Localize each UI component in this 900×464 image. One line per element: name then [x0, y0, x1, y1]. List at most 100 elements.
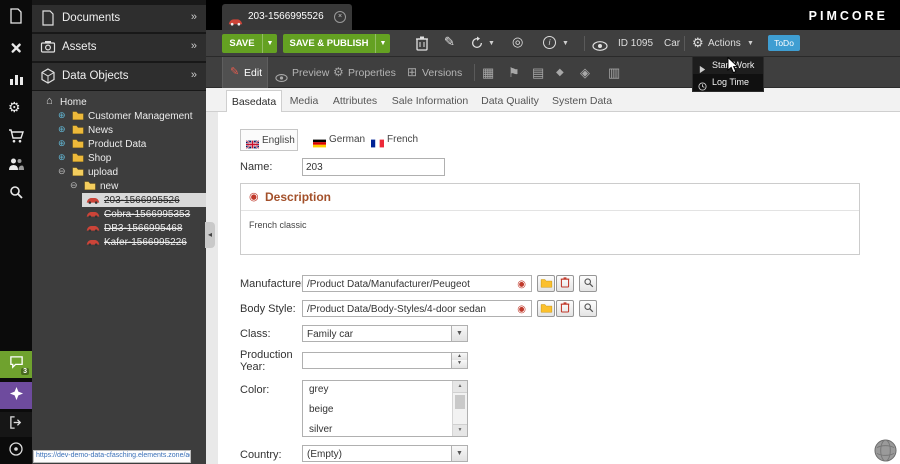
- status-url: https://dev-demo-data-cfasching.elements…: [36, 452, 190, 459]
- workflow-icon[interactable]: ◈: [580, 65, 590, 81]
- tree-item-shop[interactable]: ⊕ Shop: [32, 151, 206, 165]
- sidebar-section-documents[interactable]: Documents »: [32, 5, 206, 32]
- tag-icon[interactable]: ◆: [556, 67, 564, 78]
- language-tab-english[interactable]: English: [240, 129, 298, 151]
- expand-plus-icon[interactable]: ⊕: [58, 138, 66, 149]
- list-option[interactable]: grey: [309, 384, 328, 395]
- manufacturer-relation-field[interactable]: /Product Data/Manufacturer/Peugeot ◉: [302, 275, 532, 292]
- pencil-icon: ✎: [230, 65, 239, 78]
- scrollbar[interactable]: ▲ ▼: [452, 381, 467, 436]
- notes-icon[interactable]: ▤: [532, 65, 544, 81]
- language-tab-french[interactable]: French: [366, 129, 416, 151]
- sidebar-collapse-handle[interactable]: ◂: [205, 222, 215, 248]
- color-multiselect[interactable]: grey beige silver ▲ ▼: [302, 380, 468, 437]
- delete-icon[interactable]: [415, 35, 429, 56]
- scroll-down-icon[interactable]: ▼: [453, 424, 467, 436]
- globe-icon[interactable]: [874, 439, 897, 464]
- chevron-down-icon[interactable]: ▼: [451, 446, 467, 461]
- tab-media[interactable]: Media: [284, 90, 324, 112]
- tab-system-data[interactable]: System Data: [546, 90, 618, 112]
- production-year-spinner[interactable]: ▲ ▼: [302, 352, 468, 369]
- language-tab-german[interactable]: German: [308, 129, 362, 151]
- list-option[interactable]: beige: [309, 404, 333, 415]
- manufacturer-remove-button[interactable]: [556, 275, 574, 292]
- name-input[interactable]: [302, 158, 445, 176]
- save-publish-button[interactable]: SAVE & PUBLISH: [283, 34, 375, 53]
- tab-sale-information[interactable]: Sale Information: [386, 90, 474, 112]
- tab-attributes[interactable]: Attributes: [326, 90, 384, 112]
- gear-icon[interactable]: ⚙: [692, 35, 704, 51]
- users-icon[interactable]: [8, 156, 24, 172]
- tree-item-203[interactable]: 203-1566995526: [32, 193, 206, 207]
- documents-icon[interactable]: [8, 8, 24, 24]
- tree-item-kafer[interactable]: Kafer-1566995226: [32, 235, 206, 249]
- rename-pencil-icon[interactable]: ✎: [444, 34, 455, 50]
- scroll-up-icon[interactable]: ▲: [453, 381, 467, 393]
- settings-icon[interactable]: ⚙: [8, 99, 24, 115]
- tab-properties[interactable]: ⚙ Properties: [326, 57, 400, 88]
- open-document-tab[interactable]: 203-1566995526 ×: [222, 4, 352, 30]
- analytics-icon[interactable]: [8, 71, 24, 87]
- tree-item-label: upload: [88, 167, 118, 178]
- tree-item-db3[interactable]: DB3-1566995468: [32, 221, 206, 235]
- clock-icon: [698, 78, 707, 96]
- schedule-icon[interactable]: ▦: [482, 65, 494, 81]
- sidebar-section-assets[interactable]: Assets »: [32, 34, 206, 61]
- tree-item-upload[interactable]: ⊖ upload: [32, 165, 206, 179]
- expand-plus-icon[interactable]: ⊕: [58, 110, 66, 121]
- expand-plus-icon[interactable]: ⊕: [58, 152, 66, 163]
- logout-button[interactable]: [0, 412, 32, 437]
- close-icon[interactable]: ×: [334, 11, 346, 23]
- save-publish-dropdown-arrow[interactable]: ▼: [375, 34, 390, 53]
- actions-menu-button[interactable]: Actions: [708, 38, 741, 49]
- tree-item-cobra[interactable]: Cobra-1566995353: [32, 207, 206, 221]
- tree-item-product-data[interactable]: ⊕ Product Data: [32, 137, 206, 151]
- body-style-relation-field[interactable]: /Product Data/Body-Styles/4-door sedan ◉: [302, 300, 532, 317]
- save-dropdown-arrow[interactable]: ▼: [262, 34, 277, 53]
- scroll-thumb[interactable]: [455, 395, 465, 409]
- tab-preview[interactable]: Preview: [268, 57, 326, 88]
- reload-dropdown-arrow[interactable]: ▼: [488, 40, 495, 47]
- save-button[interactable]: SAVE: [222, 34, 262, 53]
- layout-icon[interactable]: ▥: [608, 65, 620, 81]
- tree-item-customer-management[interactable]: ⊕ Customer Management: [32, 109, 206, 123]
- spinner-down-icon[interactable]: ▼: [451, 360, 467, 368]
- tree-item-home[interactable]: ⌂ Home: [32, 95, 206, 109]
- tab-basedata[interactable]: Basedata: [226, 90, 282, 112]
- body-style-search-button[interactable]: [579, 300, 597, 317]
- tree-item-new[interactable]: ⊖ new: [32, 179, 206, 193]
- body-style-open-folder-button[interactable]: [537, 300, 555, 317]
- manufacturer-search-button[interactable]: [579, 275, 597, 292]
- tools-icon[interactable]: [8, 40, 24, 56]
- chevron-down-icon[interactable]: ▼: [451, 326, 467, 341]
- country-select[interactable]: (Empty) ▼: [302, 445, 468, 462]
- list-option[interactable]: silver: [309, 424, 332, 435]
- expand-plus-icon[interactable]: ⊕: [58, 124, 66, 135]
- tab-versions[interactable]: ⊞ Versions: [400, 57, 466, 88]
- body-style-remove-button[interactable]: [556, 300, 574, 317]
- separator: [684, 36, 685, 51]
- tab-label: Sale Information: [386, 95, 474, 107]
- bookmark-icon[interactable]: ⚑: [508, 65, 520, 81]
- reload-icon[interactable]: [470, 36, 484, 55]
- eye-icon[interactable]: [592, 38, 608, 56]
- locate-in-tree-icon[interactable]: ◎: [512, 34, 523, 50]
- datahub-button[interactable]: [0, 382, 32, 409]
- collapse-minus-icon[interactable]: ⊖: [58, 166, 66, 177]
- collapse-minus-icon[interactable]: ⊖: [70, 180, 78, 191]
- sidebar-section-data-objects[interactable]: Data Objects »: [32, 63, 206, 90]
- tab-data-quality[interactable]: Data Quality: [476, 90, 544, 112]
- class-select[interactable]: Family car ▼: [302, 325, 468, 342]
- chat-button[interactable]: 3: [0, 351, 32, 378]
- tree-item-news[interactable]: ⊕ News: [32, 123, 206, 137]
- bullseye-icon: ◉: [249, 190, 259, 203]
- description-text[interactable]: French classic: [249, 220, 307, 230]
- platform-ring-icon[interactable]: [8, 441, 24, 457]
- tab-edit[interactable]: ✎ Edit: [222, 57, 268, 88]
- actions-dropdown-arrow[interactable]: ▼: [747, 40, 754, 47]
- manufacturer-open-folder-button[interactable]: [537, 275, 555, 292]
- info-dropdown-arrow[interactable]: ▼: [562, 40, 569, 47]
- info-icon[interactable]: i: [543, 36, 556, 49]
- cart-icon[interactable]: [8, 128, 24, 144]
- search-icon[interactable]: [8, 184, 24, 200]
